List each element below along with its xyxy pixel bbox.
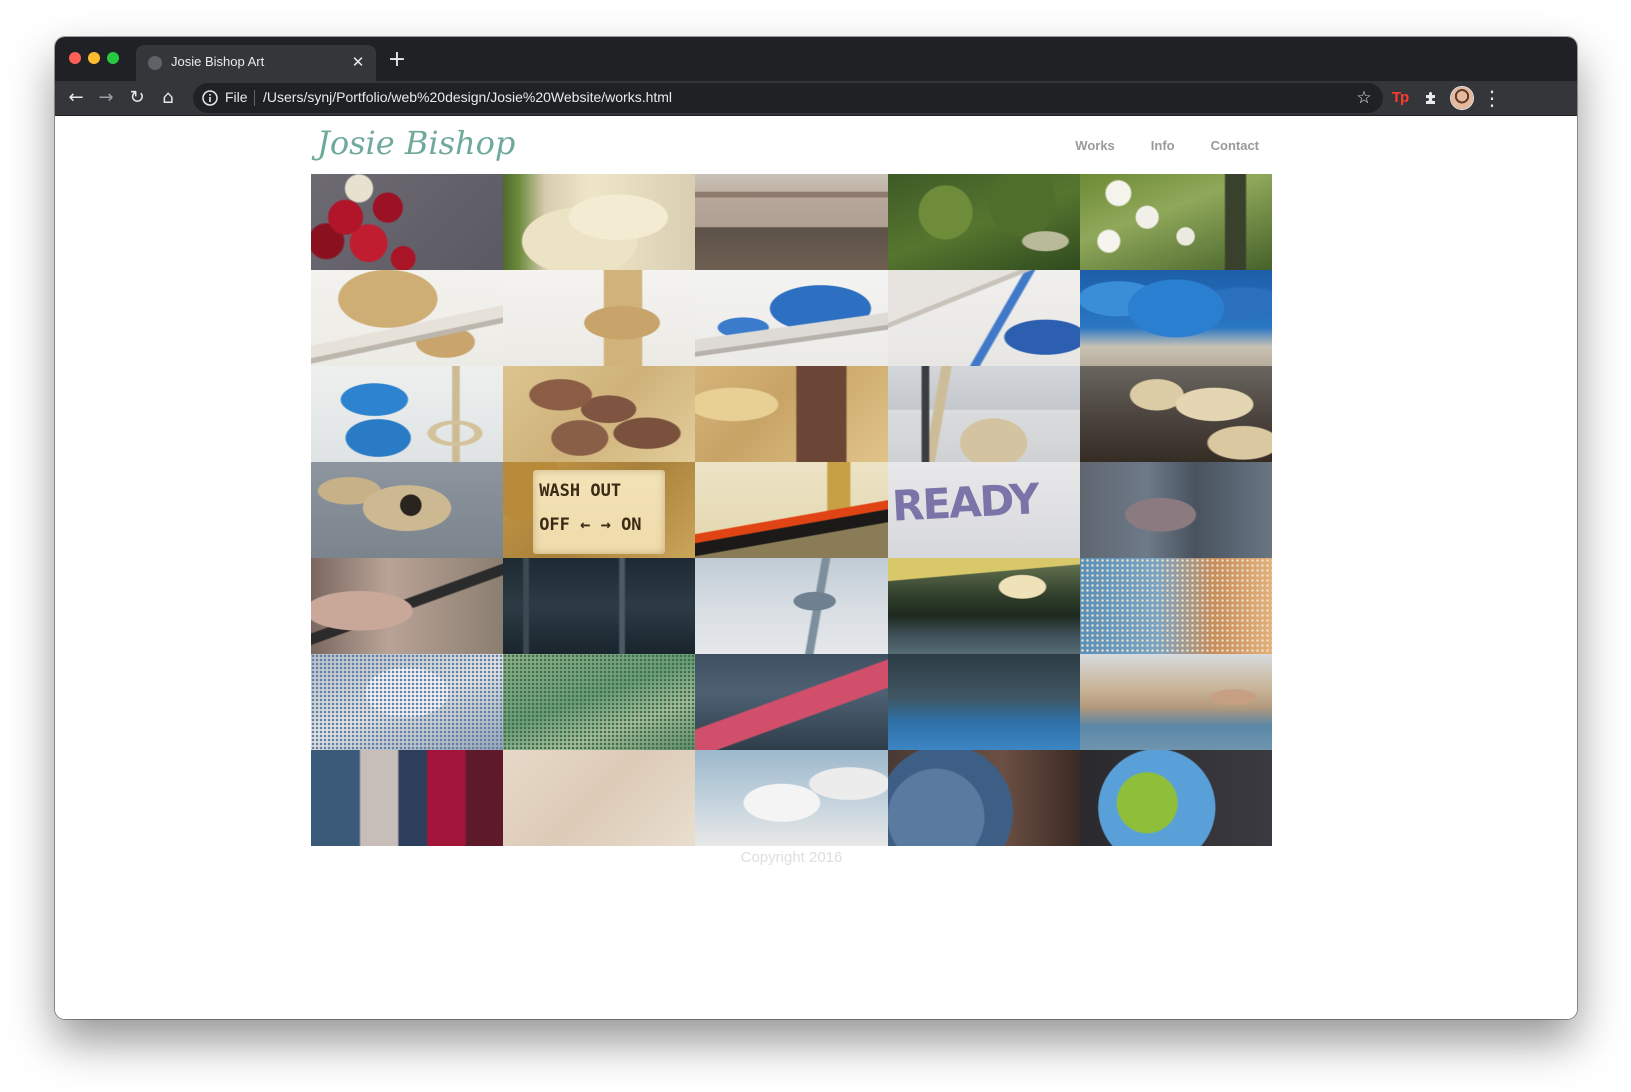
thumb-earth-from-space[interactable] [887, 750, 1080, 846]
thumb-pale-sand[interactable] [503, 750, 696, 846]
forward-button[interactable]: → [93, 85, 119, 111]
thumb-halftone-green[interactable] [503, 654, 696, 750]
thumb-white-blossom-cross[interactable] [1079, 174, 1272, 270]
site-logo[interactable]: Josie Bishop [317, 124, 515, 162]
thumb-blue-red-abstract[interactable] [311, 750, 504, 846]
thumb-pool-scene[interactable] [887, 654, 1080, 750]
maximize-window-button[interactable] [107, 52, 119, 64]
browser-menu-icon[interactable]: ⋮ [1479, 85, 1505, 111]
nav-info[interactable]: Info [1151, 138, 1175, 153]
thumb-braided-beige-rope[interactable] [1079, 366, 1272, 462]
address-bar[interactable]: File /Users/synj/Portfolio/web%20design/… [193, 83, 1383, 113]
thumb-halftone-light-silver[interactable] [311, 654, 504, 750]
tab-title: Josie Bishop Art [171, 54, 265, 69]
title-bar: Josie Bishop Art ✕ + [55, 37, 1577, 81]
thumb-blue-rope-under-shelf[interactable] [887, 270, 1080, 366]
site-nav: Works Info Contact [1039, 138, 1259, 153]
thumb-beige-rope-hanging[interactable] [503, 270, 696, 366]
reload-button[interactable]: ↻ [124, 85, 150, 111]
globe-icon [148, 56, 162, 70]
nav-works[interactable]: Works [1075, 138, 1115, 153]
thumb-rope-on-post[interactable] [887, 366, 1080, 462]
copyright-text: Copyright 2016 [740, 849, 843, 866]
new-tab-button[interactable]: + [385, 49, 409, 73]
thumb-dark-industrial[interactable] [503, 558, 696, 654]
home-button[interactable]: ⌂ [155, 85, 181, 111]
thumb-brown-braid-on-osb[interactable] [695, 366, 888, 462]
thumb-blue-rope-and-noose[interactable] [311, 366, 504, 462]
close-window-button[interactable] [69, 52, 81, 64]
thumb-cracked-wall-graffiti[interactable] [695, 462, 888, 558]
extension-tp-icon[interactable]: Tp [1388, 86, 1412, 110]
thumb-wash-out-sign[interactable]: WASH OUT OFF ← → ON [503, 462, 696, 558]
site-info-label[interactable]: File [225, 89, 248, 105]
works-gallery: WASH OUT OFF ← → ON READY [311, 174, 1272, 846]
thumb-brown-braids-on-wood[interactable] [503, 366, 696, 462]
url-text[interactable]: /Users/synj/Portfolio/web%20design/Josie… [263, 89, 672, 105]
thumb-ghostly-face-overlay[interactable] [1079, 462, 1272, 558]
bookmark-star-icon[interactable]: ☆ [1353, 87, 1375, 109]
thumb-blue-rope-knot[interactable] [1079, 270, 1272, 366]
thumb-forest-lake-collage[interactable] [887, 558, 1080, 654]
thumb-building-with-railing[interactable] [695, 174, 888, 270]
thumb-red-roses[interactable] [311, 174, 504, 270]
thumb-knotted-beige-rope[interactable] [311, 462, 504, 558]
browser-toolbar: ← → ↻ ⌂ File /Users/synj/Portfolio/web%2… [55, 81, 1577, 116]
profile-avatar[interactable] [1451, 87, 1473, 109]
thumb-beige-rope-on-shelf[interactable] [311, 270, 504, 366]
thumb-halftone-building[interactable] [1079, 558, 1272, 654]
thumb-white-plaster-figure[interactable] [503, 174, 696, 270]
thumb-face-closeup[interactable] [311, 558, 504, 654]
extensions-puzzle-icon[interactable] [1419, 86, 1443, 110]
nav-contact[interactable]: Contact [1211, 138, 1259, 153]
close-tab-icon[interactable]: ✕ [348, 53, 368, 73]
address-divider [254, 90, 255, 106]
browser-tab[interactable]: Josie Bishop Art ✕ [136, 45, 376, 81]
back-button[interactable]: ← [63, 85, 89, 111]
thumb-helicopter-silhouette[interactable] [695, 558, 888, 654]
thumb-blue-rope-on-shelf[interactable] [695, 270, 888, 366]
thumb-cloudy-sky[interactable] [695, 750, 888, 846]
sign-line-1: WASH OUT [539, 481, 622, 501]
thumb-ready-graffiti[interactable]: READY [887, 462, 1080, 558]
site-header: Josie Bishop Works Info Contact [311, 116, 1267, 174]
graffiti-text: READY [890, 474, 1039, 531]
thumb-palace-crowd[interactable] [1079, 654, 1272, 750]
sign-line-2: OFF ← → ON [539, 515, 642, 535]
minimize-window-button[interactable] [88, 52, 100, 64]
thumb-green-planet[interactable] [1079, 750, 1272, 846]
browser-window: Josie Bishop Art ✕ + ← → ↻ ⌂ File /Users… [55, 37, 1577, 1019]
thumb-street-scene-red[interactable] [695, 654, 888, 750]
thumb-ivy-gravestone[interactable] [887, 174, 1080, 270]
info-icon[interactable] [201, 89, 219, 107]
page-viewport: Josie Bishop Works Info Contact WASH OUT… [55, 116, 1577, 1019]
